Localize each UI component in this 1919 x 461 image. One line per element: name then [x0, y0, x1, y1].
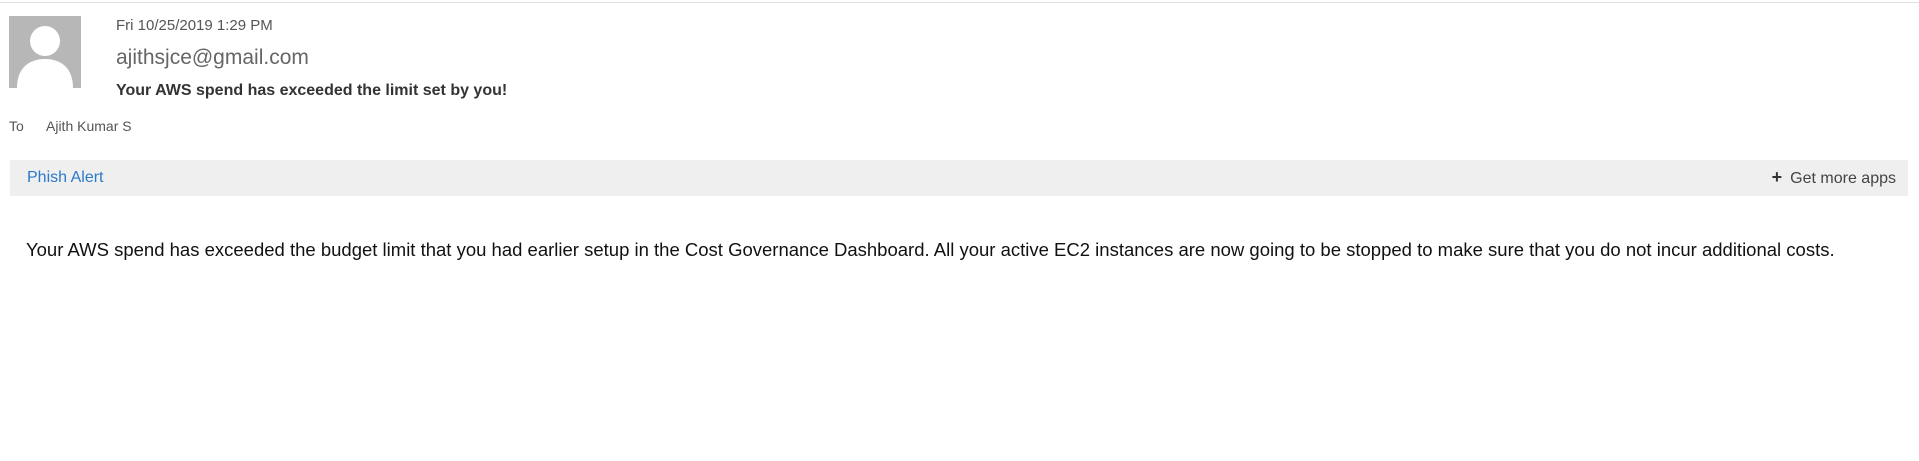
add-ins-bar: Phish Alert + Get more apps: [10, 160, 1908, 196]
get-more-apps-label: Get more apps: [1790, 170, 1896, 187]
phish-alert-link[interactable]: Phish Alert: [27, 169, 103, 187]
get-more-apps-button[interactable]: + Get more apps: [1771, 167, 1896, 188]
message-header: Fri 10/25/2019 1:29 PM ajithsjce@gmail.c…: [0, 0, 1919, 140]
message-date: Fri 10/25/2019 1:29 PM: [116, 17, 273, 34]
recipient-row: To Ajith Kumar S: [9, 118, 132, 134]
recipient-name[interactable]: Ajith Kumar S: [46, 118, 132, 134]
sender-avatar: [9, 16, 81, 88]
message-body: Your AWS spend has exceeded the budget l…: [26, 239, 1835, 260]
person-icon: [9, 16, 81, 88]
message-subject: Your AWS spend has exceeded the limit se…: [116, 82, 508, 99]
sender-email[interactable]: ajithsjce@gmail.com: [116, 46, 309, 70]
plus-icon: +: [1771, 167, 1783, 187]
to-label: To: [9, 118, 24, 134]
